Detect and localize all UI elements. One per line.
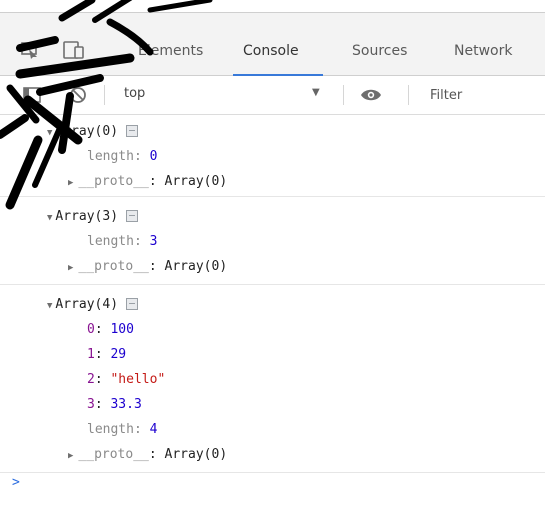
proto-property[interactable]: ▶ __proto__: Array(0)	[68, 259, 227, 276]
clear-console-icon[interactable]	[68, 85, 88, 109]
toolbar-divider	[408, 85, 409, 105]
array-item: 1: 29	[87, 347, 127, 362]
collapsed-triangle-icon[interactable]: ▶	[68, 178, 73, 188]
device-toolbar-icon[interactable]	[62, 40, 86, 64]
collapsed-triangle-icon[interactable]: ▶	[68, 263, 73, 273]
toolbar-divider	[104, 85, 105, 105]
array-header[interactable]: ▼ Array(3)	[47, 209, 139, 226]
console-toolbar: top ▼	[0, 76, 545, 115]
info-icon	[126, 209, 139, 222]
context-label: top	[124, 86, 146, 101]
dropdown-arrow-icon: ▼	[312, 87, 320, 98]
array-item: 2: "hello"	[87, 372, 166, 387]
tab-console[interactable]: Console	[243, 43, 299, 59]
proto-property[interactable]: ▶ __proto__: Array(0)	[68, 174, 227, 191]
execution-context-select[interactable]: top ▼	[116, 82, 336, 108]
window-top	[0, 0, 545, 12]
devtools-tab-bar: Elements Console Sources Network	[0, 12, 545, 76]
console-output: ▼ Array(0) length: 0 ▶ __proto__: Array(0)…	[0, 115, 545, 512]
console-prompt[interactable]: >	[12, 475, 20, 490]
array-property: length: 0	[87, 149, 158, 164]
console-message: ▼ Array(0) length: 0 ▶ __proto__: Array(0)	[0, 115, 545, 197]
array-property: length: 3	[87, 234, 158, 249]
proto-property[interactable]: ▶ __proto__: Array(0)	[68, 447, 227, 464]
tab-network[interactable]: Network	[454, 43, 512, 59]
expand-triangle-icon[interactable]: ▼	[47, 128, 52, 138]
expand-triangle-icon[interactable]: ▼	[47, 213, 52, 223]
array-header[interactable]: ▼ Array(0)	[47, 124, 139, 141]
tab-elements[interactable]: Elements	[138, 43, 203, 59]
filter-input[interactable]	[430, 83, 540, 107]
info-icon	[126, 297, 139, 310]
console-message: ▼ Array(3) length: 3 ▶ __proto__: Array(0)	[0, 197, 545, 285]
collapsed-triangle-icon[interactable]: ▶	[68, 451, 73, 461]
toolbar-divider	[343, 85, 344, 105]
sidebar-toggle-icon[interactable]	[22, 85, 42, 109]
array-item: 3: 33.3	[87, 397, 142, 412]
tab-sources[interactable]: Sources	[352, 43, 407, 59]
array-item: 0: 100	[87, 322, 134, 337]
inspect-element-icon[interactable]	[20, 40, 40, 64]
console-message: ▼ Array(4) 0: 100 1: 29 2: "hello" 3: 33.…	[0, 285, 545, 473]
array-property: length: 4	[87, 422, 158, 437]
info-icon	[126, 124, 139, 137]
array-header[interactable]: ▼ Array(4)	[47, 297, 139, 314]
eye-icon[interactable]	[360, 86, 382, 108]
expand-triangle-icon[interactable]: ▼	[47, 301, 52, 311]
